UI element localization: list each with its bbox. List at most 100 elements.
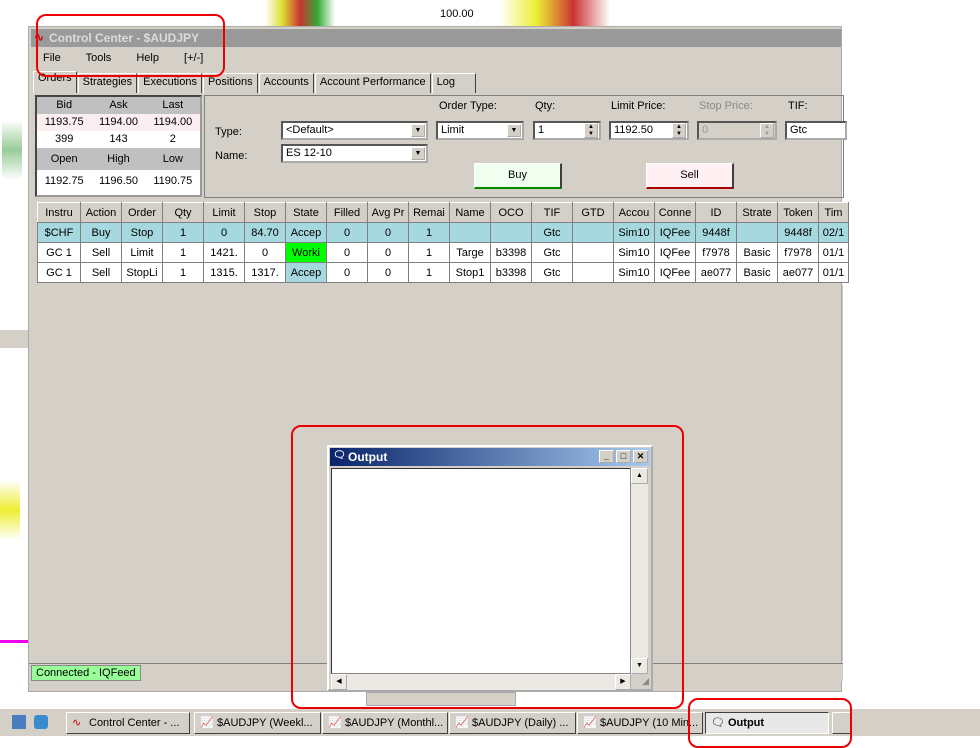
chart-icon: 📈 — [583, 717, 597, 729]
table-cell: ae077 — [695, 262, 737, 283]
table-cell: 0 — [367, 262, 409, 283]
column-header[interactable]: Stop — [244, 202, 286, 223]
table-cell: 1 — [408, 242, 450, 263]
qty-stepper[interactable]: 1 ▲ ▼ — [533, 121, 601, 140]
column-header[interactable]: Limit — [203, 202, 245, 223]
table-cell: 0 — [326, 262, 368, 283]
table-row[interactable]: GC 1 Sell Limit 1 1421. 0 Worki 0 0 1 Targe b3398 Gt… — [37, 242, 849, 263]
limit-price-stepper[interactable]: 1192.50 ▲ ▼ — [609, 121, 689, 140]
column-header[interactable]: OCO — [490, 202, 532, 223]
table-cell: 9448f — [777, 222, 819, 243]
connection-status: Connected - IQFeed — [31, 665, 141, 681]
table-cell: IQFee — [654, 222, 696, 243]
column-header[interactable]: Action — [80, 202, 122, 223]
tif-dropdown[interactable]: Gtc — [785, 121, 847, 140]
column-header[interactable]: Qty — [162, 202, 204, 223]
column-header[interactable]: Accou — [613, 202, 655, 223]
open-header: Open — [50, 153, 78, 165]
table-row[interactable]: $CHF Buy Stop 1 0 84.70 Accep 0 0 1 Gtc Sim10 IQFee 9… — [37, 222, 849, 243]
table-cell: Basic — [736, 262, 778, 283]
limit-price-label: Limit Price: — [611, 100, 666, 112]
chevron-down-icon: ▼ — [507, 124, 521, 137]
column-header[interactable]: GTD — [572, 202, 614, 223]
column-header[interactable]: Remai — [408, 202, 450, 223]
sell-button[interactable]: Sell — [646, 163, 734, 189]
tif-label: TIF: — [788, 100, 808, 112]
table-cell: 1 — [162, 262, 204, 283]
taskbar-item-monthly-chart[interactable]: 📈 $AUDJPY (Monthl... — [322, 712, 448, 734]
table-cell: 1 — [408, 222, 450, 243]
annotation-highlight-output — [291, 425, 684, 709]
name-dropdown[interactable]: ES 12-10 ▼ — [281, 144, 428, 163]
stop-price-label: Stop Price: — [699, 100, 753, 112]
table-cell: 1421. — [203, 242, 245, 263]
ask-size: 143 — [109, 133, 128, 145]
column-header[interactable]: TIF — [531, 202, 573, 223]
bid-size: 399 — [54, 133, 74, 145]
tab-accounts[interactable]: Accounts — [258, 73, 314, 93]
table-cell: f7978 — [777, 242, 819, 263]
table-cell — [736, 222, 778, 243]
column-header[interactable]: Token — [777, 202, 819, 223]
background-chart-candles-2 — [500, 0, 610, 26]
spinner-icon[interactable]: ▲ ▼ — [672, 123, 686, 138]
buy-button[interactable]: Buy — [474, 163, 562, 189]
state-cell: Worki — [285, 242, 327, 263]
table-cell: Sell — [80, 242, 122, 263]
chart-icon: 📈 — [200, 717, 214, 729]
limit-price-value: 1192.50 — [614, 124, 653, 136]
column-header[interactable]: Conne — [654, 202, 696, 223]
table-cell: Gtc — [531, 222, 573, 243]
taskbar-label: $AUDJPY (Daily) ... — [472, 717, 569, 729]
open-price: 1192.75 — [44, 175, 84, 187]
annotation-highlight-title — [36, 14, 225, 77]
taskbar-item-weekly-chart[interactable]: 📈 $AUDJPY (Weekl... — [194, 712, 321, 734]
background-chart — [0, 0, 28, 708]
order-type-label: Order Type: — [439, 100, 497, 112]
column-header[interactable]: ID — [695, 202, 737, 223]
table-cell: 84.70 — [244, 222, 286, 243]
taskbar-item-10min-chart[interactable]: 📈 $AUDJPY (10 Min... — [577, 712, 703, 734]
table-cell: 0 — [244, 242, 286, 263]
type-label: Type: — [215, 126, 242, 138]
column-header[interactable]: Avg Pr — [367, 202, 409, 223]
table-cell: Stop — [121, 222, 163, 243]
table-cell: b3398 — [490, 262, 532, 283]
state-cell: Accep — [285, 222, 327, 243]
taskbar-item-daily-chart[interactable]: 📈 $AUDJPY (Daily) ... — [449, 712, 576, 734]
app-logo-icon: ∿ — [72, 717, 82, 729]
tif-value: Gtc — [790, 124, 808, 136]
qty-value: 1 — [538, 124, 545, 136]
tab-log[interactable]: Log — [431, 73, 476, 93]
taskbar-label: $AUDJPY (10 Min... — [600, 717, 699, 729]
stop-price-stepper: 0 ▲ ▼ — [697, 121, 777, 140]
low-price: 1190.75 — [153, 175, 193, 187]
table-cell: b3398 — [490, 242, 532, 263]
annotation-highlight-taskbar — [688, 698, 852, 748]
column-header[interactable]: Strate — [736, 202, 778, 223]
table-cell: $CHF — [37, 222, 81, 243]
column-header[interactable]: Tim — [818, 202, 849, 223]
spinner-icon[interactable]: ▲ ▼ — [584, 123, 598, 138]
taskbar-item-control-center[interactable]: ∿ Control Center - ... — [66, 712, 190, 734]
quick-launch-desktop-icon[interactable] — [12, 715, 26, 729]
table-cell: 0 — [367, 222, 409, 243]
column-header[interactable]: Filled — [326, 202, 368, 223]
ask-price: 1194.00 — [99, 116, 138, 128]
type-dropdown[interactable]: <Default> ▼ — [281, 121, 428, 140]
order-type-dropdown[interactable]: Limit ▼ — [436, 121, 524, 140]
table-cell: StopLi — [121, 262, 163, 283]
quick-launch-ie-icon[interactable] — [34, 715, 48, 729]
table-cell: Gtc — [531, 242, 573, 263]
stop-price-value: 0 — [702, 124, 709, 136]
column-header[interactable]: State — [285, 202, 327, 223]
column-header[interactable]: Instru — [37, 202, 81, 223]
table-cell: Sell — [80, 262, 122, 283]
column-header[interactable]: Order — [121, 202, 163, 223]
column-header[interactable]: Name — [449, 202, 491, 223]
chevron-down-icon: ▼ — [411, 147, 425, 160]
table-row[interactable]: GC 1 Sell StopLi 1 1315. 1317. Accep 0 0 1 Stop1 b3… — [37, 262, 849, 283]
tab-account-performance[interactable]: Account Performance — [314, 73, 431, 93]
table-cell: 0 — [367, 242, 409, 263]
table-cell: Buy — [80, 222, 122, 243]
